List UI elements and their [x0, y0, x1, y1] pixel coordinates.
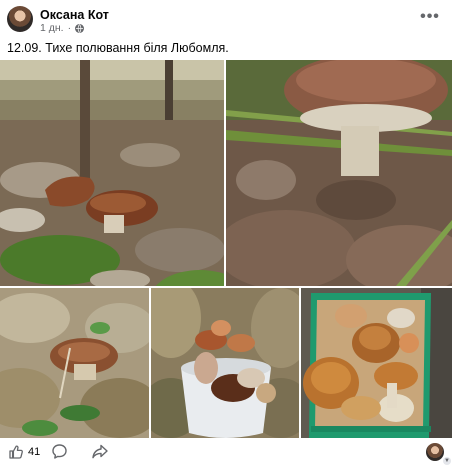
more-options-button[interactable]: •••: [418, 9, 442, 28]
post-caption: 12.09. Тихе полювання біля Любомля.: [7, 41, 229, 55]
photo-mushroom-on-leaves[interactable]: [0, 60, 224, 286]
author-name[interactable]: Оксана Кот: [40, 8, 109, 22]
thumbs-up-icon[interactable]: [8, 444, 24, 460]
photo-bucket-of-mushrooms-image: [151, 288, 299, 438]
photo-mushroom-on-leaves-image: [0, 60, 224, 286]
comment-icon[interactable]: [51, 443, 68, 460]
photo-mushroom-in-grass-image: [226, 60, 452, 286]
photo-mushroom-in-grass[interactable]: [226, 60, 452, 286]
photo-mushroom-in-moss[interactable]: [0, 288, 149, 438]
photo-bucket-of-mushrooms[interactable]: [151, 288, 299, 438]
reactor-avatar[interactable]: [426, 443, 444, 461]
facebook-post: Оксана Кот 1 дн. · ••• 12.09. Тихе полюв…: [0, 0, 452, 471]
post-header: Оксана Кот 1 дн. · •••: [0, 0, 452, 36]
share-icon[interactable]: [91, 443, 109, 460]
like-count[interactable]: 41: [28, 446, 40, 458]
post-meta: 1 дн. ·: [40, 22, 85, 34]
photo-mushroom-in-moss-image: [0, 288, 149, 438]
post-time[interactable]: 1 дн.: [40, 22, 64, 34]
chevron-down-icon[interactable]: ▼: [443, 457, 451, 465]
photo-crate-of-mushrooms-image: [301, 288, 452, 438]
globe-icon: [75, 23, 85, 33]
author-avatar[interactable]: [7, 6, 33, 32]
photo-crate-of-mushrooms[interactable]: [301, 288, 452, 438]
meta-separator: ·: [67, 22, 72, 34]
